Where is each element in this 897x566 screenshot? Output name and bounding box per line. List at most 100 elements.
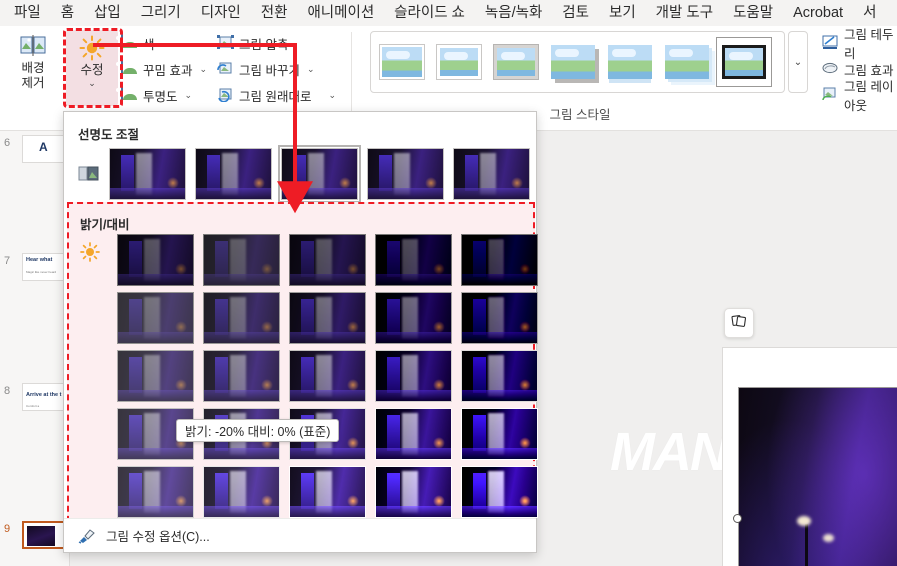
picture-layout-button[interactable]: 그림 레이아웃 — [819, 80, 897, 113]
picture-style-thumb-selected[interactable] — [716, 37, 772, 87]
selected-image[interactable] — [738, 387, 897, 566]
picture-border-button[interactable]: 그림 테두리 — [819, 28, 897, 61]
picture-border-label: 그림 테두리 — [844, 28, 894, 61]
reset-picture-button[interactable]: 그림 원래대로 ⌄ — [214, 84, 339, 106]
slide-thumbnail-current[interactable] — [22, 521, 68, 549]
remove-background-button[interactable]: 배경 제거 — [6, 30, 60, 102]
chevron-down-icon[interactable]: ⌄ — [88, 79, 96, 88]
sharpen-icon — [78, 164, 100, 184]
chevron-down-icon[interactable]: ⌄ — [328, 90, 336, 101]
tab-developer[interactable]: 개발 도구 — [646, 1, 723, 26]
brightness-thumb[interactable] — [203, 292, 280, 344]
paste-options-button[interactable] — [724, 308, 754, 338]
picture-style-thumb[interactable] — [489, 38, 543, 86]
sharpen-section-title: 선명도 조절 — [78, 128, 139, 142]
brightness-thumb[interactable] — [289, 350, 366, 402]
list-item-current[interactable] — [22, 521, 68, 549]
brightness-thumb[interactable] — [117, 466, 194, 518]
brightness-thumb[interactable] — [375, 466, 452, 518]
corrections-dropdown-menu[interactable]: 선명도 조절 밝기/대비 그림 수정 옵션(C)... — [63, 111, 538, 553]
brightness-thumb[interactable] — [289, 234, 366, 286]
slide-thumbnail[interactable]: Hear what Magic like never heard — [22, 253, 68, 281]
slide-title: Hear what — [26, 257, 53, 263]
image-lamp-post — [805, 524, 808, 566]
tab-home[interactable]: 홈 — [51, 1, 84, 26]
color-button[interactable]: 색 ⌄ — [118, 32, 172, 54]
sharpen-thumb-selected[interactable] — [278, 145, 361, 203]
change-picture-button[interactable]: 그림 바꾸기 ⌄ — [214, 58, 318, 80]
remove-background-label-line2: 제거 — [21, 76, 45, 90]
tab-design[interactable]: 디자인 — [191, 1, 251, 26]
brightness-thumb[interactable] — [289, 292, 366, 344]
change-picture-icon — [217, 61, 234, 77]
brightness-thumb[interactable] — [461, 350, 538, 402]
brightness-thumb[interactable] — [461, 234, 538, 286]
slide-thumbnail[interactable]: A — [22, 135, 68, 163]
picture-style-thumb[interactable] — [375, 38, 429, 86]
brightness-thumb[interactable] — [117, 292, 194, 344]
picture-corrections-options-icon — [78, 528, 96, 544]
picture-styles-more-button[interactable]: ⌄ — [788, 31, 808, 93]
picture-style-thumb[interactable] — [432, 38, 486, 86]
corrections-button[interactable]: 수정 ⌄ — [66, 30, 118, 106]
tab-transitions[interactable]: 전환 — [251, 1, 298, 26]
chevron-down-icon[interactable]: ⌄ — [199, 64, 207, 75]
tab-help[interactable]: 도움말 — [723, 1, 783, 26]
sharpen-thumb[interactable] — [453, 148, 530, 200]
chevron-down-icon[interactable]: ⌄ — [307, 64, 315, 75]
sharpen-thumb[interactable] — [195, 148, 272, 200]
picture-style-thumb[interactable] — [660, 38, 714, 86]
list-item[interactable]: Hear what Magic like never heard — [22, 253, 68, 281]
brightness-thumb[interactable] — [289, 466, 366, 518]
resize-handle[interactable] — [733, 514, 742, 523]
slide-thumbnail-pane[interactable]: 6 A 7 Hear what Magic like never heard 8… — [0, 131, 70, 566]
reset-picture-label: 그림 원래대로 — [239, 89, 312, 104]
tab-animations[interactable]: 애니메이션 — [297, 1, 384, 26]
group-divider — [351, 32, 352, 114]
tab-view[interactable]: 보기 — [599, 1, 646, 26]
brightness-thumb[interactable] — [203, 466, 280, 518]
transparency-button[interactable]: 투명도 ⌄ — [118, 84, 195, 106]
ribbon-tab-bar: 파일 홈 삽입 그리기 디자인 전환 애니메이션 슬라이드 쇼 녹음/녹화 검토… — [0, 0, 897, 26]
compress-picture-icon — [217, 35, 234, 51]
slide-wordmark: MAN — [610, 422, 729, 482]
compress-pictures-button[interactable]: 그림 압축 — [214, 32, 291, 54]
picture-styles-gallery[interactable] — [370, 31, 785, 93]
brightness-thumb[interactable] — [117, 350, 194, 402]
chevron-down-icon[interactable]: ⌄ — [185, 90, 193, 101]
brightness-thumb[interactable] — [461, 408, 538, 460]
brightness-thumb[interactable] — [117, 234, 194, 286]
sharpen-thumb[interactable] — [109, 148, 186, 200]
tab-recording[interactable]: 녹음/녹화 — [475, 1, 552, 26]
remove-background-label-line1: 배경 — [21, 61, 45, 75]
tab-draw[interactable]: 그리기 — [131, 1, 191, 26]
brightness-thumb[interactable] — [375, 350, 452, 402]
brightness-thumb[interactable] — [375, 408, 452, 460]
brightness-thumb[interactable] — [203, 350, 280, 402]
artistic-effects-button[interactable]: 꾸밈 효과 ⌄ — [118, 58, 210, 80]
tab-acrobat[interactable]: Acrobat — [783, 1, 853, 26]
brightness-thumb[interactable] — [461, 292, 538, 344]
chevron-down-icon: ⌄ — [793, 56, 803, 68]
tab-review[interactable]: 검토 — [552, 1, 599, 26]
chevron-down-icon[interactable]: ⌄ — [162, 38, 170, 49]
brightness-thumb[interactable] — [203, 234, 280, 286]
brightness-thumb[interactable] — [375, 292, 452, 344]
tab-slideshow[interactable]: 슬라이드 쇼 — [384, 1, 475, 26]
brightness-contrast-tooltip: 밝기: -20% 대비: 0% (표준) — [176, 419, 340, 442]
list-item[interactable]: Arrive at the t Comfort a — [22, 383, 68, 411]
corrections-label: 수정 — [80, 63, 104, 77]
slide-body: Magic like never heard — [26, 270, 57, 274]
image-street-lamp — [823, 534, 834, 542]
brightness-thumb[interactable] — [461, 466, 538, 518]
picture-style-thumb[interactable] — [546, 38, 600, 86]
tab-file[interactable]: 파일 — [4, 1, 51, 26]
slide-thumbnail[interactable]: Arrive at the t Comfort a — [22, 383, 68, 411]
sharpen-thumb[interactable] — [367, 148, 444, 200]
picture-style-thumb[interactable] — [603, 38, 657, 86]
brightness-thumb[interactable] — [375, 234, 452, 286]
tab-format[interactable]: 서 — [853, 1, 886, 26]
list-item[interactable]: A — [22, 135, 68, 163]
tab-insert[interactable]: 삽입 — [84, 1, 131, 26]
picture-corrections-options-item[interactable]: 그림 수정 옵션(C)... — [64, 518, 536, 552]
